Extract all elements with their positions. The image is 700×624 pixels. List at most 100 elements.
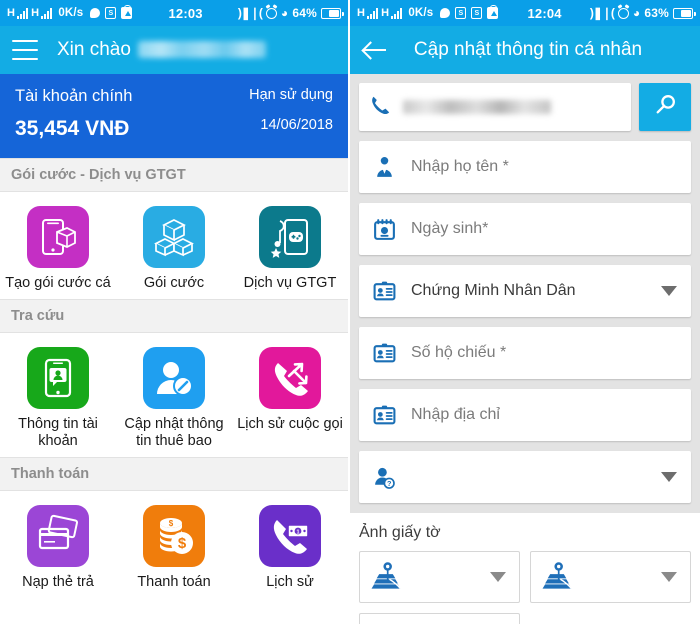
photo-slot-1[interactable] — [359, 551, 520, 603]
greeting-title: Xin chào — [57, 39, 266, 61]
field-row-fullname: Nhập họ tên * — [350, 131, 700, 193]
chevron-down-icon[interactable] — [490, 572, 506, 582]
data-speed-label: 0K/s — [58, 7, 84, 19]
signal-1: H — [7, 7, 29, 19]
document-photo-section: Ảnh giấy tờ — [350, 513, 700, 624]
data-speed-label: 0K/s — [408, 7, 434, 19]
account-amount: 35,454 VNĐ — [15, 117, 130, 140]
section-grid-packages: Tạo gói cước cá Gói cước Dịch vụ GTGT — [0, 192, 348, 299]
tile-tao-goi-cuoc-ca[interactable]: Tạo gói cước cá — [0, 206, 116, 293]
back-arrow-icon[interactable] — [362, 37, 388, 63]
account-expiry-group: Hạn sử dụng 14/06/2018 — [249, 87, 333, 133]
image-placeholder-icon — [540, 560, 574, 595]
hamburger-menu-icon[interactable] — [12, 40, 38, 60]
person-tie-icon — [369, 155, 399, 180]
tile-label: Thanh toán — [137, 574, 211, 591]
birthdate-placeholder: Ngày sinh* — [411, 220, 489, 237]
tile-lich-su[interactable]: 1 Lịch sử — [232, 505, 348, 592]
search-icon — [653, 92, 678, 122]
tile-label: Thông tin tài khoản — [18, 415, 98, 450]
alarm-icon — [617, 7, 629, 19]
cards-icon — [27, 505, 89, 568]
phone-search-input[interactable] — [359, 83, 631, 131]
id-card-icon — [369, 341, 399, 366]
field-row-birthdate: Ngày sinh* — [350, 193, 700, 255]
field-row-address: Nhập địa chỉ — [350, 379, 700, 441]
vibrate-icon: )❚❘( — [589, 6, 615, 20]
phone-game-music-icon — [259, 206, 321, 268]
battery-percent-right: 63% — [644, 6, 669, 20]
signal-bars-1 — [367, 7, 379, 19]
expiry-label: Hạn sử dụng — [249, 87, 333, 103]
call-history-icon — [259, 346, 321, 409]
tile-label: Lịch sử cuộc gọi — [237, 415, 343, 432]
masked-phone-value — [403, 100, 551, 114]
photo-slot-row-2 — [359, 613, 691, 624]
tile-lich-su-cuoc-goi[interactable]: Lịch sử cuộc gọi — [232, 346, 348, 451]
battery-percent-left: 64% — [292, 6, 317, 20]
wifi-icon: ◕ — [280, 6, 289, 20]
tile-thanh-toan[interactable]: $ $ Thanh toán — [116, 505, 232, 592]
section-header-payment: Thanh toán — [0, 457, 348, 492]
wifi-icon: ◕ — [632, 6, 641, 20]
store-icon — [121, 4, 133, 19]
phone-box-icon — [27, 206, 89, 268]
battery-icon — [321, 7, 344, 19]
signal-bars-2 — [391, 7, 403, 19]
svg-text:1: 1 — [296, 530, 299, 536]
tile-label: Lịch sử — [266, 574, 314, 591]
search-button[interactable] — [639, 83, 691, 131]
user-edit-icon — [143, 346, 205, 409]
tile-dich-vu-gtgt[interactable]: Dịch vụ GTGT — [232, 206, 348, 293]
masked-user-name — [137, 41, 266, 58]
clock-right: 12:04 — [527, 5, 562, 21]
tile-thong-tin-tai-khoan[interactable]: Thông tin tài khoản — [0, 346, 116, 451]
profile-form: Nhập họ tên * Ngày sinh* Chứng Minh Nhân… — [350, 74, 700, 624]
status-bar-right: H H 0K/s S S 12:04 )❚❘( ◕ 63% — [350, 0, 700, 26]
chevron-down-icon[interactable] — [661, 472, 677, 482]
field-row-gender: ? — [350, 441, 700, 503]
status-left-group: H H 0K/s S — [7, 4, 133, 19]
gender-dropdown[interactable]: ? — [359, 451, 691, 503]
fullname-field[interactable]: Nhập họ tên * — [359, 141, 691, 193]
tile-cap-nhat-thong-tin-thue-bao[interactable]: Cập nhật thông tin thuê bao — [116, 346, 232, 451]
phone-search-row — [350, 74, 700, 131]
passport-field[interactable]: Số hộ chiếu * — [359, 327, 691, 379]
network-type-2: H — [381, 6, 390, 19]
address-field[interactable]: Nhập địa chỉ — [359, 389, 691, 441]
section-header-lookup: Tra cứu — [0, 298, 348, 333]
doctype-dropdown[interactable]: Chứng Minh Nhân Dân — [359, 265, 691, 317]
tile-label: Tạo gói cước cá — [5, 275, 111, 291]
chevron-down-icon[interactable] — [661, 286, 677, 296]
account-main-group: Tài khoản chính 35,454 VNĐ — [15, 87, 132, 141]
account-balance-card[interactable]: Tài khoản chính 35,454 VNĐ Hạn sử dụng 1… — [0, 74, 348, 158]
message-icon — [440, 8, 451, 18]
fullname-placeholder: Nhập họ tên * — [411, 158, 509, 175]
calendar-icon — [369, 217, 399, 242]
tile-goi-cuoc[interactable]: Gói cước — [116, 206, 232, 293]
status-right-group: )❚❘( ◕ 64% — [238, 6, 344, 20]
tile-nap-the-tra[interactable]: Nạp thẻ trả — [0, 505, 116, 592]
photo-slot-2[interactable] — [530, 551, 691, 603]
section-header-packages: Gói cước - Dịch vụ GTGT — [0, 158, 348, 192]
expiry-date: 14/06/2018 — [260, 117, 333, 133]
doctype-value: Chứng Minh Nhân Dân — [411, 282, 576, 299]
network-type-1: H — [357, 6, 366, 19]
coins-icon: $ $ — [143, 505, 205, 568]
tile-label: Gói cước — [143, 275, 205, 291]
status-left-group: H H 0K/s S S — [357, 4, 499, 19]
photo-slot-3[interactable] — [359, 613, 520, 624]
id-card-icon — [369, 279, 399, 304]
birthdate-field[interactable]: Ngày sinh* — [359, 203, 691, 255]
chevron-down-icon[interactable] — [661, 572, 677, 582]
greeting-text: Xin chào — [57, 39, 131, 60]
store-icon — [487, 4, 499, 19]
phone-user-info-icon — [27, 346, 89, 409]
network-type-2: H — [31, 6, 40, 19]
account-label: Tài khoản chính — [15, 87, 133, 105]
status-right-group: )❚❘( ◕ 63% — [589, 6, 696, 20]
tile-label: Cập nhật thông tin thuê bao — [124, 415, 224, 450]
svg-text:?: ? — [386, 479, 391, 488]
page-title: Cập nhật thông tin cá nhân — [413, 39, 643, 60]
tile-label: Nạp thẻ trả — [22, 574, 94, 591]
